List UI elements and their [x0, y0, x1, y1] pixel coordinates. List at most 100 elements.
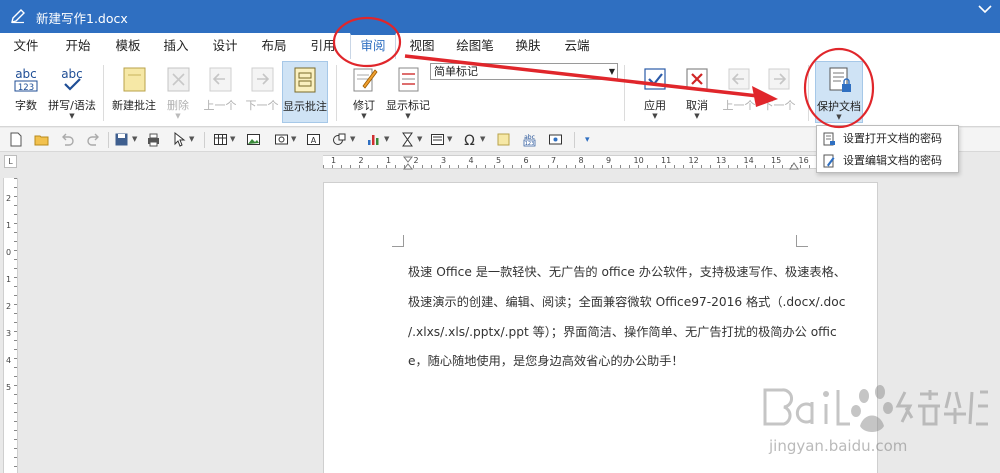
collapse-ribbon-icon[interactable] — [978, 4, 992, 14]
open-folder-icon[interactable] — [34, 132, 49, 147]
ruler-number: 1 — [331, 156, 337, 165]
chevron-down-icon[interactable]: ▼ — [132, 135, 137, 143]
print-icon[interactable] — [146, 132, 161, 147]
select-pointer-icon[interactable] — [172, 132, 187, 147]
next-comment-button[interactable]: 下一个 — [242, 61, 282, 123]
ruler-number: 11 — [661, 156, 672, 165]
preview-icon[interactable] — [548, 132, 563, 147]
tab-review[interactable]: 审阅 — [350, 33, 396, 59]
previous-comment-label: 上一个 — [203, 99, 237, 112]
previous-change-button[interactable]: 上一个 — [720, 61, 758, 123]
tab-references[interactable]: 引用 — [303, 33, 343, 59]
reject-x-icon — [686, 68, 708, 90]
spelling-grammar-button[interactable]: abc 拼写/语法 ▼ — [46, 61, 98, 123]
tab-home[interactable]: 开始 — [58, 33, 98, 59]
protect-document-menu: 设置打开文档的密码 设置编辑文档的密码 — [816, 125, 959, 173]
watermark-url-text: jingyan.baidu.com — [769, 437, 908, 455]
document-text-line[interactable]: 极速 Office 是一款轻快、无广告的 office 办公软件，支持极速写作、… — [408, 262, 846, 280]
delete-comment-button[interactable]: 删除 ▼ — [160, 61, 196, 123]
chevron-down-icon[interactable]: ▼ — [480, 135, 485, 143]
ruler-number: 1 — [6, 275, 12, 284]
comment-note-icon[interactable] — [496, 132, 511, 147]
track-changes-button[interactable]: 修订 ▼ — [345, 61, 383, 123]
previous-comment-button[interactable]: 上一个 — [200, 61, 240, 123]
ruler-number: 5 — [496, 156, 502, 165]
ruler-number: 1 — [386, 156, 392, 165]
reject-change-button[interactable]: 取消 ▼ — [678, 61, 716, 123]
accept-change-button[interactable]: 应用 ▼ — [636, 61, 674, 123]
ruler-number: 0 — [6, 248, 12, 257]
save-icon[interactable] — [114, 132, 129, 147]
image-icon[interactable] — [246, 132, 261, 147]
set-open-password-item[interactable]: 设置打开文档的密码 — [817, 128, 958, 150]
ruler-number: 4 — [468, 156, 474, 165]
chevron-down-icon[interactable]: ▼ — [384, 135, 389, 143]
vertical-ruler[interactable]: 2 1 0 1 2 3 4 5 — [3, 178, 18, 473]
set-edit-password-item[interactable]: 设置编辑文档的密码 — [817, 150, 958, 172]
pen-app-icon — [11, 9, 25, 24]
chart-icon[interactable] — [366, 132, 381, 147]
markup-mode-select[interactable]: 简单标记 ▼ — [430, 63, 618, 80]
chevron-down-icon: ▼ — [608, 67, 615, 76]
ruler-number: 4 — [6, 356, 12, 365]
show-comments-button[interactable]: 显示批注 — [282, 61, 328, 123]
tab-design[interactable]: 设计 — [205, 33, 245, 59]
chevron-down-icon[interactable]: ▼ — [417, 135, 422, 143]
chevron-down-icon[interactable]: ▼ — [291, 135, 296, 143]
svg-text:123: 123 — [525, 141, 535, 147]
previous-change-label: 上一个 — [722, 99, 756, 112]
table-icon[interactable] — [213, 132, 228, 147]
spell-check-icon: abc — [61, 67, 83, 91]
tab-stop-icon[interactable]: L — [4, 155, 17, 168]
tab-insert[interactable]: 插入 — [156, 33, 196, 59]
header-footer-icon[interactable] — [430, 132, 445, 147]
new-comment-button[interactable]: 新建批注 — [108, 61, 160, 123]
set-open-password-label: 设置打开文档的密码 — [843, 132, 942, 145]
separator — [808, 65, 809, 121]
accept-check-icon — [644, 68, 666, 90]
word-count-small-icon[interactable]: abc123 — [522, 132, 537, 147]
protect-document-button[interactable]: 保护文档 ▼ — [815, 61, 863, 123]
chevron-down-icon[interactable]: ▼ — [189, 135, 194, 143]
left-indent-marker[interactable] — [403, 156, 413, 170]
redo-icon[interactable] — [86, 132, 101, 147]
next-change-button[interactable]: 下一个 — [760, 61, 798, 123]
document-text-line[interactable]: e，随心随地使用，是您身边高效省心的办公助手！ — [408, 351, 684, 369]
set-edit-password-label: 设置编辑文档的密码 — [843, 154, 942, 167]
hourglass-icon[interactable] — [400, 132, 415, 147]
document-edit-icon — [823, 154, 835, 168]
spelling-label: 拼写/语法 — [48, 99, 96, 112]
screenshot-icon[interactable] — [274, 132, 289, 147]
document-lock-icon — [823, 132, 835, 146]
ruler-number: 10 — [633, 156, 644, 165]
right-indent-marker[interactable] — [789, 162, 799, 170]
word-count-button[interactable]: abc 123 字数 — [6, 61, 46, 123]
show-markup-button[interactable]: 显示标记 ▼ — [383, 61, 433, 123]
tab-templates[interactable]: 模板 — [108, 33, 148, 59]
new-document-icon[interactable] — [8, 132, 23, 147]
shapes-icon[interactable] — [332, 132, 347, 147]
omega-symbol-icon[interactable]: Ω — [462, 132, 477, 147]
tab-file[interactable]: 文件 — [8, 33, 44, 59]
show-markup-label: 显示标记 — [386, 99, 430, 112]
chevron-down-icon[interactable]: ▼ — [350, 135, 355, 143]
ruler-number: 3 — [6, 329, 12, 338]
chevron-down-icon: ▼ — [361, 112, 367, 120]
svg-text:Ω: Ω — [464, 133, 475, 147]
document-text-line[interactable]: /.xlxs/.xls/.pptx/.ppt 等）；界面简洁、操作简单、无广告打… — [408, 322, 837, 340]
undo-icon[interactable] — [60, 132, 75, 147]
delete-comment-icon — [167, 67, 190, 92]
chevron-down-icon[interactable]: ▼ — [230, 135, 235, 143]
customize-toolbar-icon[interactable]: ▾ — [585, 135, 590, 145]
document-text-line[interactable]: 极速演示的创建、编辑、阅读；全面兼容微软 Office97-2016 格式（.d… — [408, 292, 845, 310]
tab-layout[interactable]: 布局 — [254, 33, 294, 59]
tab-cloud[interactable]: 云端 — [557, 33, 597, 59]
show-comments-label: 显示批注 — [283, 100, 327, 113]
text-box-icon[interactable]: A — [306, 132, 321, 147]
tab-drawing-pen[interactable]: 绘图笔 — [452, 33, 498, 59]
chevron-down-icon[interactable]: ▼ — [447, 135, 452, 143]
tab-skin[interactable]: 换肤 — [508, 33, 548, 59]
horizontal-ruler[interactable]: 12123456789101112131415161718 — [323, 155, 878, 170]
previous-arrow-icon — [728, 68, 750, 90]
tab-view[interactable]: 视图 — [402, 33, 442, 59]
